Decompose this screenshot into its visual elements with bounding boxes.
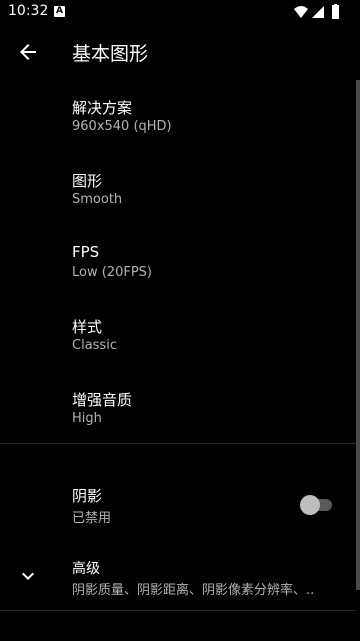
page-title: 基本图形 xyxy=(72,43,149,65)
toggle-thumb xyxy=(300,495,320,515)
wifi-icon xyxy=(294,6,308,18)
setting-label: 高级 xyxy=(72,561,100,577)
setting-value: Smooth xyxy=(72,192,123,207)
setting-label: 图形 xyxy=(72,172,103,190)
setting-label: 阴影 xyxy=(72,487,103,505)
setting-label: 增强音质 xyxy=(72,391,133,409)
setting-enhanced-audio[interactable]: 增强音质 High xyxy=(0,389,356,449)
setting-value: Low (20FPS) xyxy=(72,265,152,280)
section-divider xyxy=(0,443,356,444)
setting-resolution[interactable]: 解决方案 960x540 (qHD) xyxy=(0,97,356,157)
system-icons xyxy=(294,4,339,19)
scrollbar[interactable] xyxy=(356,80,360,641)
setting-graphics[interactable]: 图形 Smooth xyxy=(0,170,356,230)
section-divider xyxy=(0,610,356,611)
setting-value: High xyxy=(72,411,102,426)
status-bar: 10:32 A xyxy=(0,0,360,24)
signal-icon xyxy=(312,6,324,18)
setting-label: 样式 xyxy=(72,318,103,336)
setting-style[interactable]: 样式 Classic xyxy=(0,316,356,376)
setting-label: FPS xyxy=(72,243,100,261)
setting-label: 解决方案 xyxy=(72,99,133,117)
setting-fps[interactable]: FPS Low (20FPS) xyxy=(0,243,356,303)
scrollbar-thumb[interactable] xyxy=(356,80,360,590)
setting-value: Classic xyxy=(72,338,117,353)
app-bar: 基本图形 xyxy=(0,24,360,80)
status-time: 10:32 xyxy=(8,3,49,19)
setting-value: 960x540 (qHD) xyxy=(72,119,172,134)
battery-icon xyxy=(332,4,339,19)
setting-advanced[interactable]: 高级 阴影质量、阴影距离、阴影像素分辨率、.. xyxy=(0,558,356,598)
setting-summary: 阴影质量、阴影距离、阴影像素分辨率、.. xyxy=(72,583,315,598)
shadow-toggle-switch[interactable] xyxy=(300,494,334,516)
notification-icon: A xyxy=(54,6,65,17)
setting-value: 已禁用 xyxy=(72,511,112,526)
back-arrow-icon[interactable] xyxy=(16,40,40,64)
